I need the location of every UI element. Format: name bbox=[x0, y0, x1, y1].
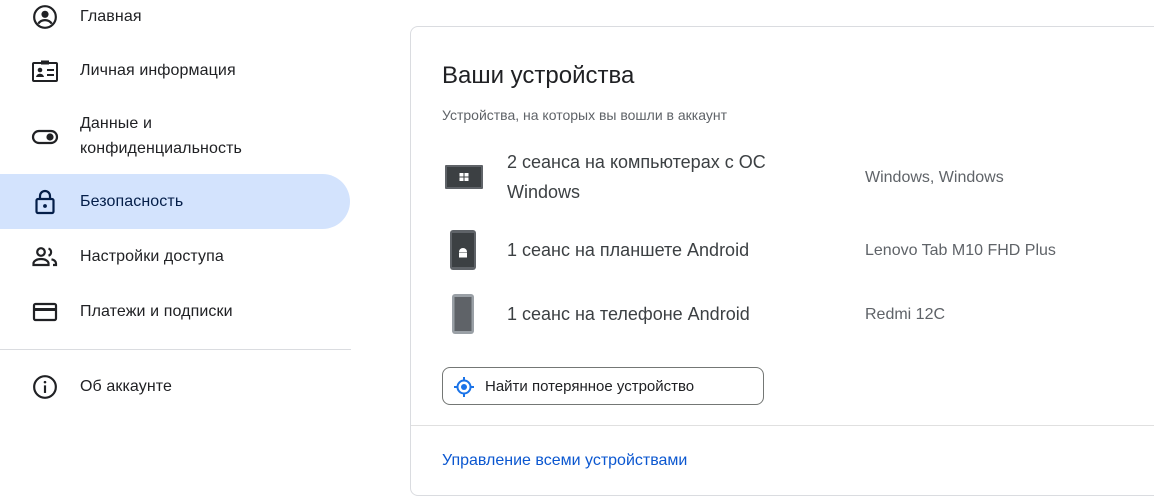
android-phone-icon bbox=[451, 293, 475, 335]
credit-card-icon bbox=[31, 298, 59, 326]
sidebar-item-label: Личная информация bbox=[80, 62, 236, 79]
account-circle-icon bbox=[31, 3, 59, 31]
sidebar-item-label: Платежи и подписки bbox=[80, 303, 233, 320]
device-title: 2 сеанса на компьютерах с ОС Windows bbox=[507, 152, 766, 202]
sidebar-item-label: Об аккаунте bbox=[80, 378, 173, 395]
device-row-tablet[interactable]: 1 сеанс на планшете Android Lenovo Tab M… bbox=[411, 229, 1154, 271]
device-detail: Lenovo Tab M10 FHD Plus bbox=[865, 242, 1056, 259]
device-detail: Windows, Windows bbox=[865, 169, 1004, 186]
sidebar-divider bbox=[0, 349, 351, 350]
device-row-windows[interactable]: 2 сеанса на компьютерах с ОС Windows Win… bbox=[411, 147, 1154, 209]
info-icon bbox=[31, 373, 59, 401]
find-lost-device-button[interactable]: Найти потерянное устройство bbox=[442, 367, 764, 405]
sidebar-item-security[interactable]: Безопасность bbox=[0, 174, 350, 229]
sidebar-item-data-privacy[interactable]: Данные и конфиденциальность bbox=[0, 111, 350, 163]
manage-all-devices-link[interactable]: Управление всеми устройствами bbox=[442, 450, 687, 472]
card-divider bbox=[411, 425, 1154, 426]
location-target-icon bbox=[453, 376, 475, 398]
sidebar-item-label: Данные и конфиденциальность bbox=[80, 115, 242, 157]
sidebar-item-payments[interactable]: Платежи и подписки bbox=[0, 298, 350, 326]
card-subtitle: Устройства, на которых вы вошли в аккаун… bbox=[442, 107, 727, 123]
find-lost-device-label: Найти потерянное устройство bbox=[485, 378, 695, 395]
id-card-icon bbox=[31, 57, 59, 85]
windows-computer-icon bbox=[444, 163, 484, 191]
page: Главная Личная информация Данные и конфи… bbox=[0, 0, 1154, 498]
device-row-phone[interactable]: 1 сеанс на телефоне Android Redmi 12C bbox=[411, 293, 1154, 335]
device-title: 1 сеанс на планшете Android bbox=[507, 240, 750, 260]
device-detail: Redmi 12C bbox=[865, 306, 946, 323]
sidebar-item-home[interactable]: Главная bbox=[0, 3, 350, 31]
sidebar-item-label: Главная bbox=[80, 8, 142, 25]
sidebar-item-label: Безопасность bbox=[80, 193, 184, 210]
android-tablet-icon bbox=[449, 229, 477, 271]
device-title: 1 сеанс на телефоне Android bbox=[507, 304, 750, 324]
sidebar-item-sharing[interactable]: Настройки доступа bbox=[0, 243, 350, 271]
people-icon bbox=[31, 243, 59, 271]
sidebar-nav: Главная Личная информация Данные и конфи… bbox=[0, 0, 351, 498]
lock-icon bbox=[31, 188, 59, 216]
sidebar-item-about[interactable]: Об аккаунте bbox=[0, 373, 350, 401]
sidebar-item-label: Настройки доступа bbox=[80, 248, 224, 265]
your-devices-card: Ваши устройства Устройства, на которых в… bbox=[410, 26, 1154, 496]
toggle-icon bbox=[31, 123, 59, 151]
sidebar-item-personal-info[interactable]: Личная информация bbox=[0, 57, 350, 85]
card-title: Ваши устройства bbox=[442, 62, 635, 89]
